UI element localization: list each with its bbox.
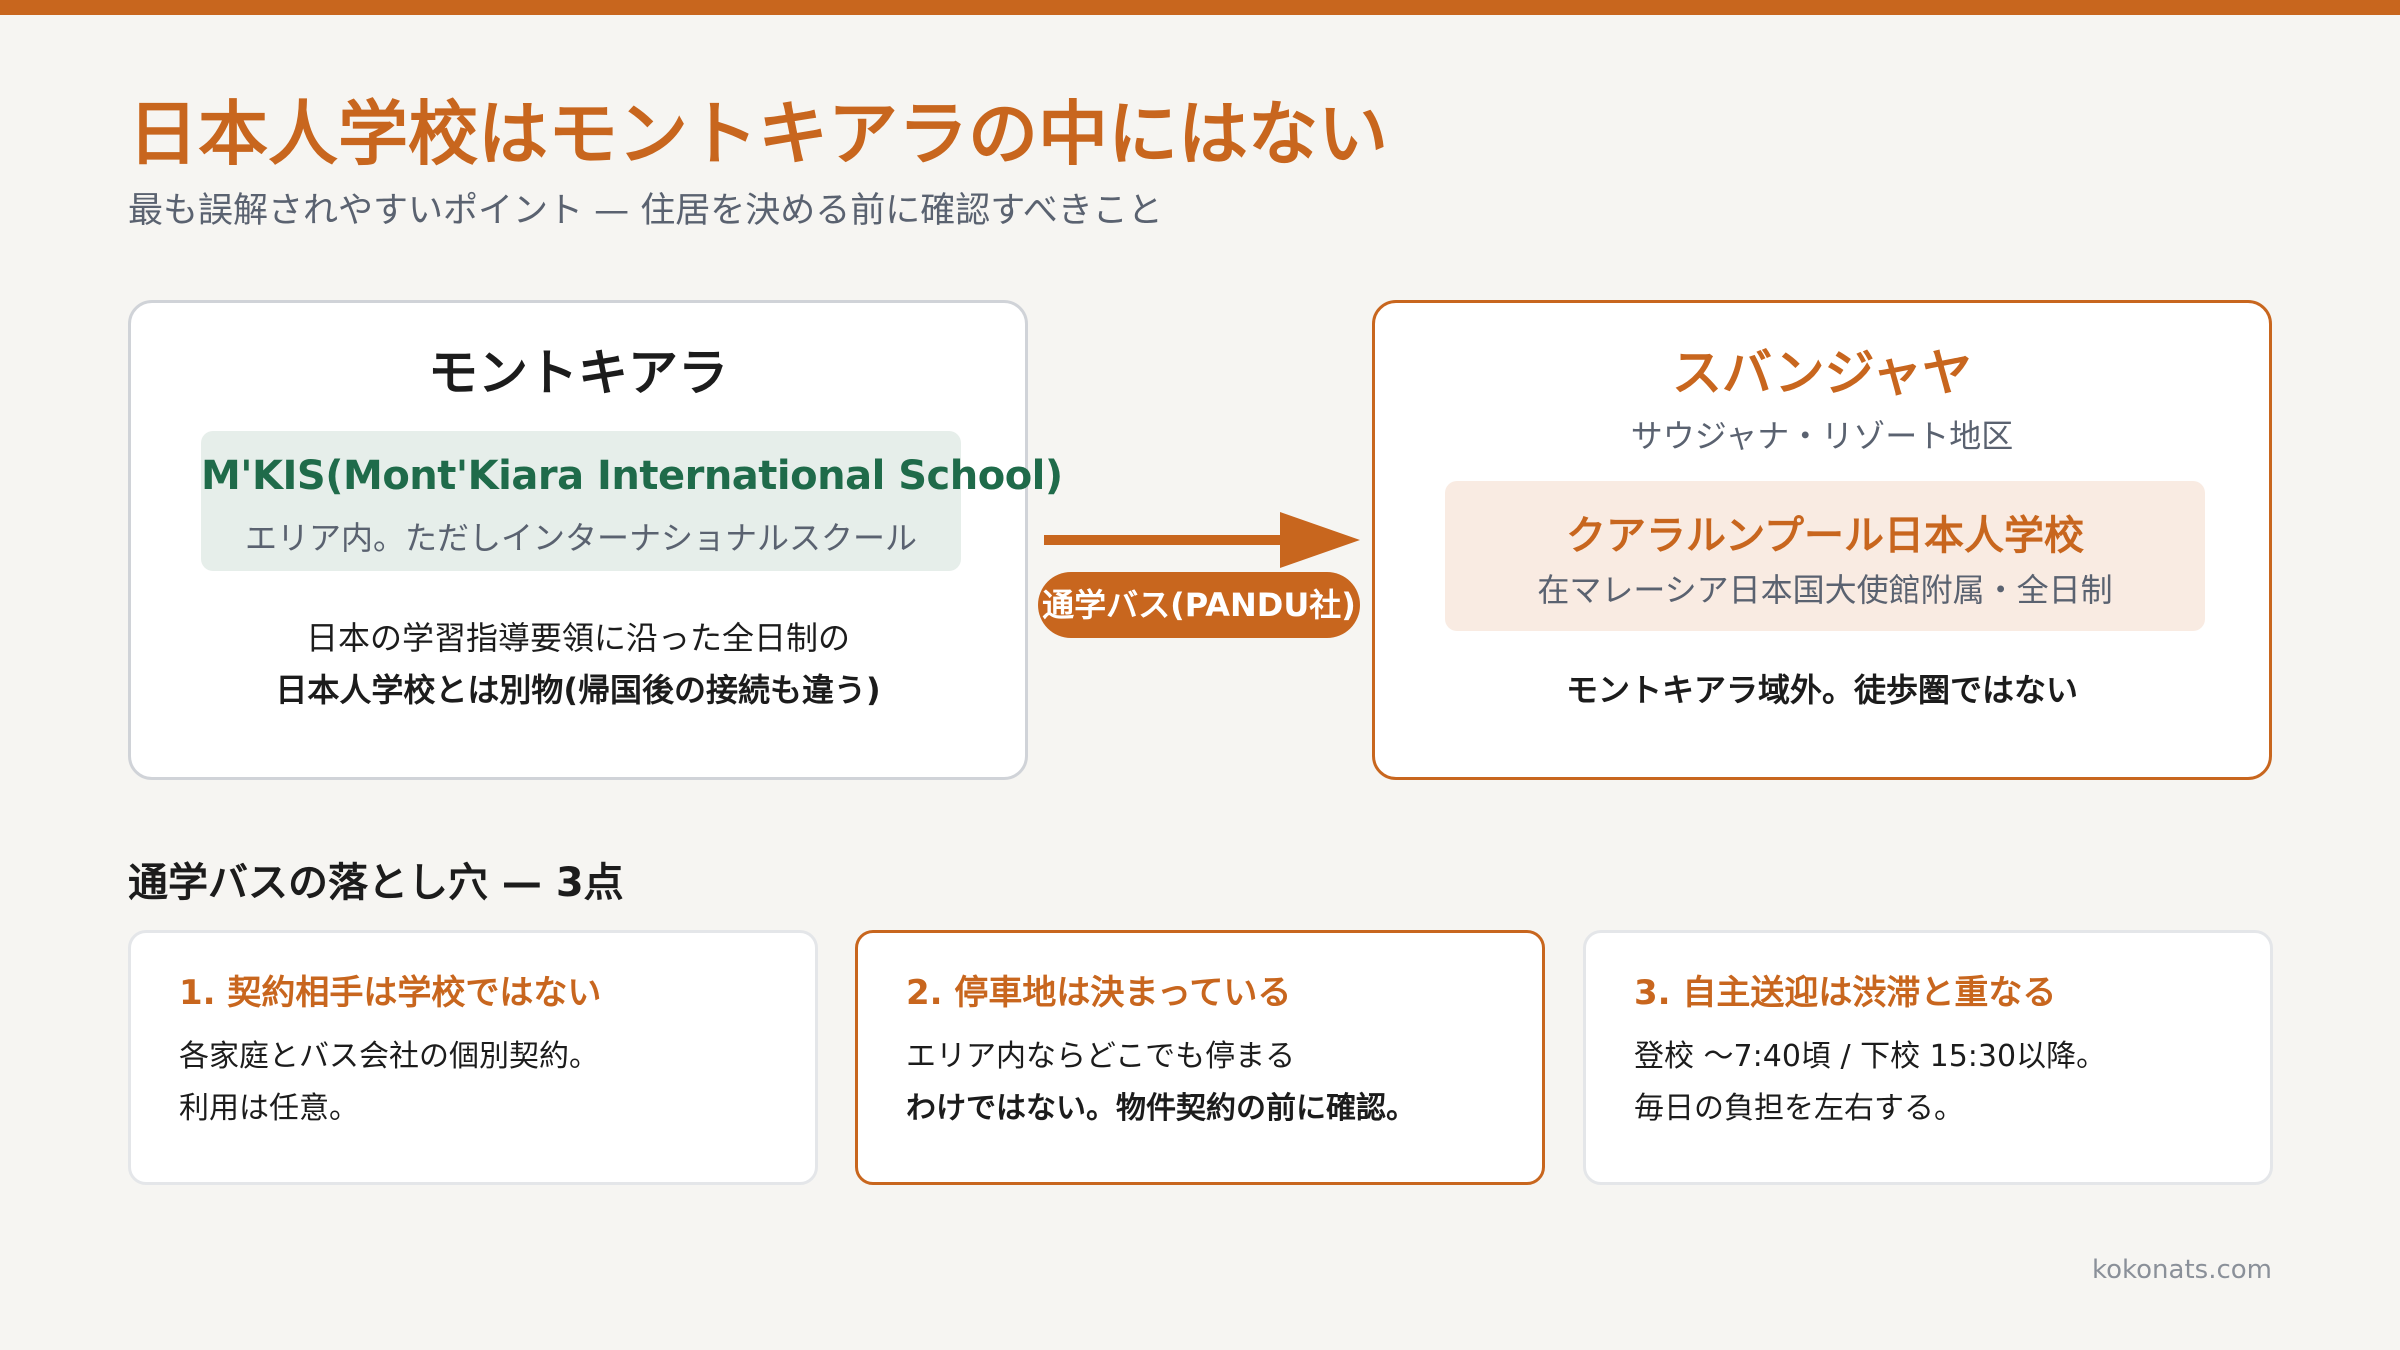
subangjaya-note: モントキアラ域外。徒歩圏ではない — [1565, 671, 2078, 709]
japanese-school-box: クアラルンプール日本人学校 在マレーシア日本国大使館附属・全日制 — [1445, 481, 2205, 631]
pitfall-text: 登校 〜7:40頃 / 下校 15:30以降。 — [1634, 1039, 2107, 1074]
page-title: 日本人学校はモントキアラの中にはない — [128, 93, 1388, 175]
pitfall-title: 1. 契約相手は学校ではない — [179, 973, 602, 1013]
pitfall-title: 3. 自主送迎は渋滞と重なる — [1634, 973, 2057, 1013]
area-name-subangjaya: スバンジャヤ — [1672, 344, 1972, 402]
pitfall-title: 2. 停車地は決まっている — [906, 973, 1292, 1013]
pitfall-text: エリア内ならどこでも停まる — [906, 1039, 1296, 1074]
montkiara-note-line1: 日本の学習指導要領に沿った全日制の — [305, 619, 850, 657]
area-sub-subangjaya: サウジャナ・リゾート地区 — [1630, 417, 2014, 455]
pitfall-text: 各家庭とバス会社の個別契約。 — [179, 1039, 599, 1074]
pitfall-text: 利用は任意。 — [179, 1091, 359, 1126]
pitfall-card: 1. 契約相手は学校ではない 各家庭とバス会社の個別契約。 利用は任意。 — [128, 930, 818, 1185]
pitfalls-heading: 通学バスの落とし穴 — 3点 — [128, 860, 624, 906]
pitfall-text-emphasis: わけではない。物件契約の前に確認。 — [906, 1091, 1416, 1126]
arrow-right-icon — [1044, 512, 1360, 568]
area-name-montkiara: モントキアラ — [428, 344, 728, 402]
footer-site: kokonats.com — [2091, 1255, 2272, 1285]
montkiara-card: モントキアラ M'KIS(Mont'Kiara International Sc… — [128, 300, 1063, 780]
japanese-school-desc: 在マレーシア日本国大使館附属・全日制 — [1537, 571, 2113, 609]
mkis-school-name: M'KIS(Mont'Kiara International School) — [201, 453, 1063, 499]
school-bus-label: 通学バス(PANDU社) — [1038, 572, 1360, 638]
subangjaya-card: スバンジャヤ サウジャナ・リゾート地区 クアラルンプール日本人学校 在マレーシア… — [1372, 300, 2272, 780]
japanese-school-name: クアラルンプール日本人学校 — [1566, 513, 2084, 559]
pitfall-text: 毎日の負担を左右する。 — [1634, 1091, 1964, 1126]
page-subtitle: 最も誤解されやすいポイント — 住居を決める前に確認すべきこと — [128, 191, 1163, 231]
mkis-school-box: M'KIS(Mont'Kiara International School) エ… — [201, 431, 1063, 571]
pitfall-card: 3. 自主送迎は渋滞と重なる 登校 〜7:40頃 / 下校 15:30以降。 毎… — [1583, 930, 2273, 1185]
top-accent-bar — [0, 0, 2400, 15]
mkis-school-desc: エリア内。ただしインターナショナルスクール — [244, 519, 917, 557]
montkiara-note-line2: 日本人学校とは別物(帰国後の接続も違う) — [275, 671, 881, 709]
pitfall-card-highlighted: 2. 停車地は決まっている エリア内ならどこでも停まる わけではない。物件契約の… — [855, 930, 1545, 1185]
